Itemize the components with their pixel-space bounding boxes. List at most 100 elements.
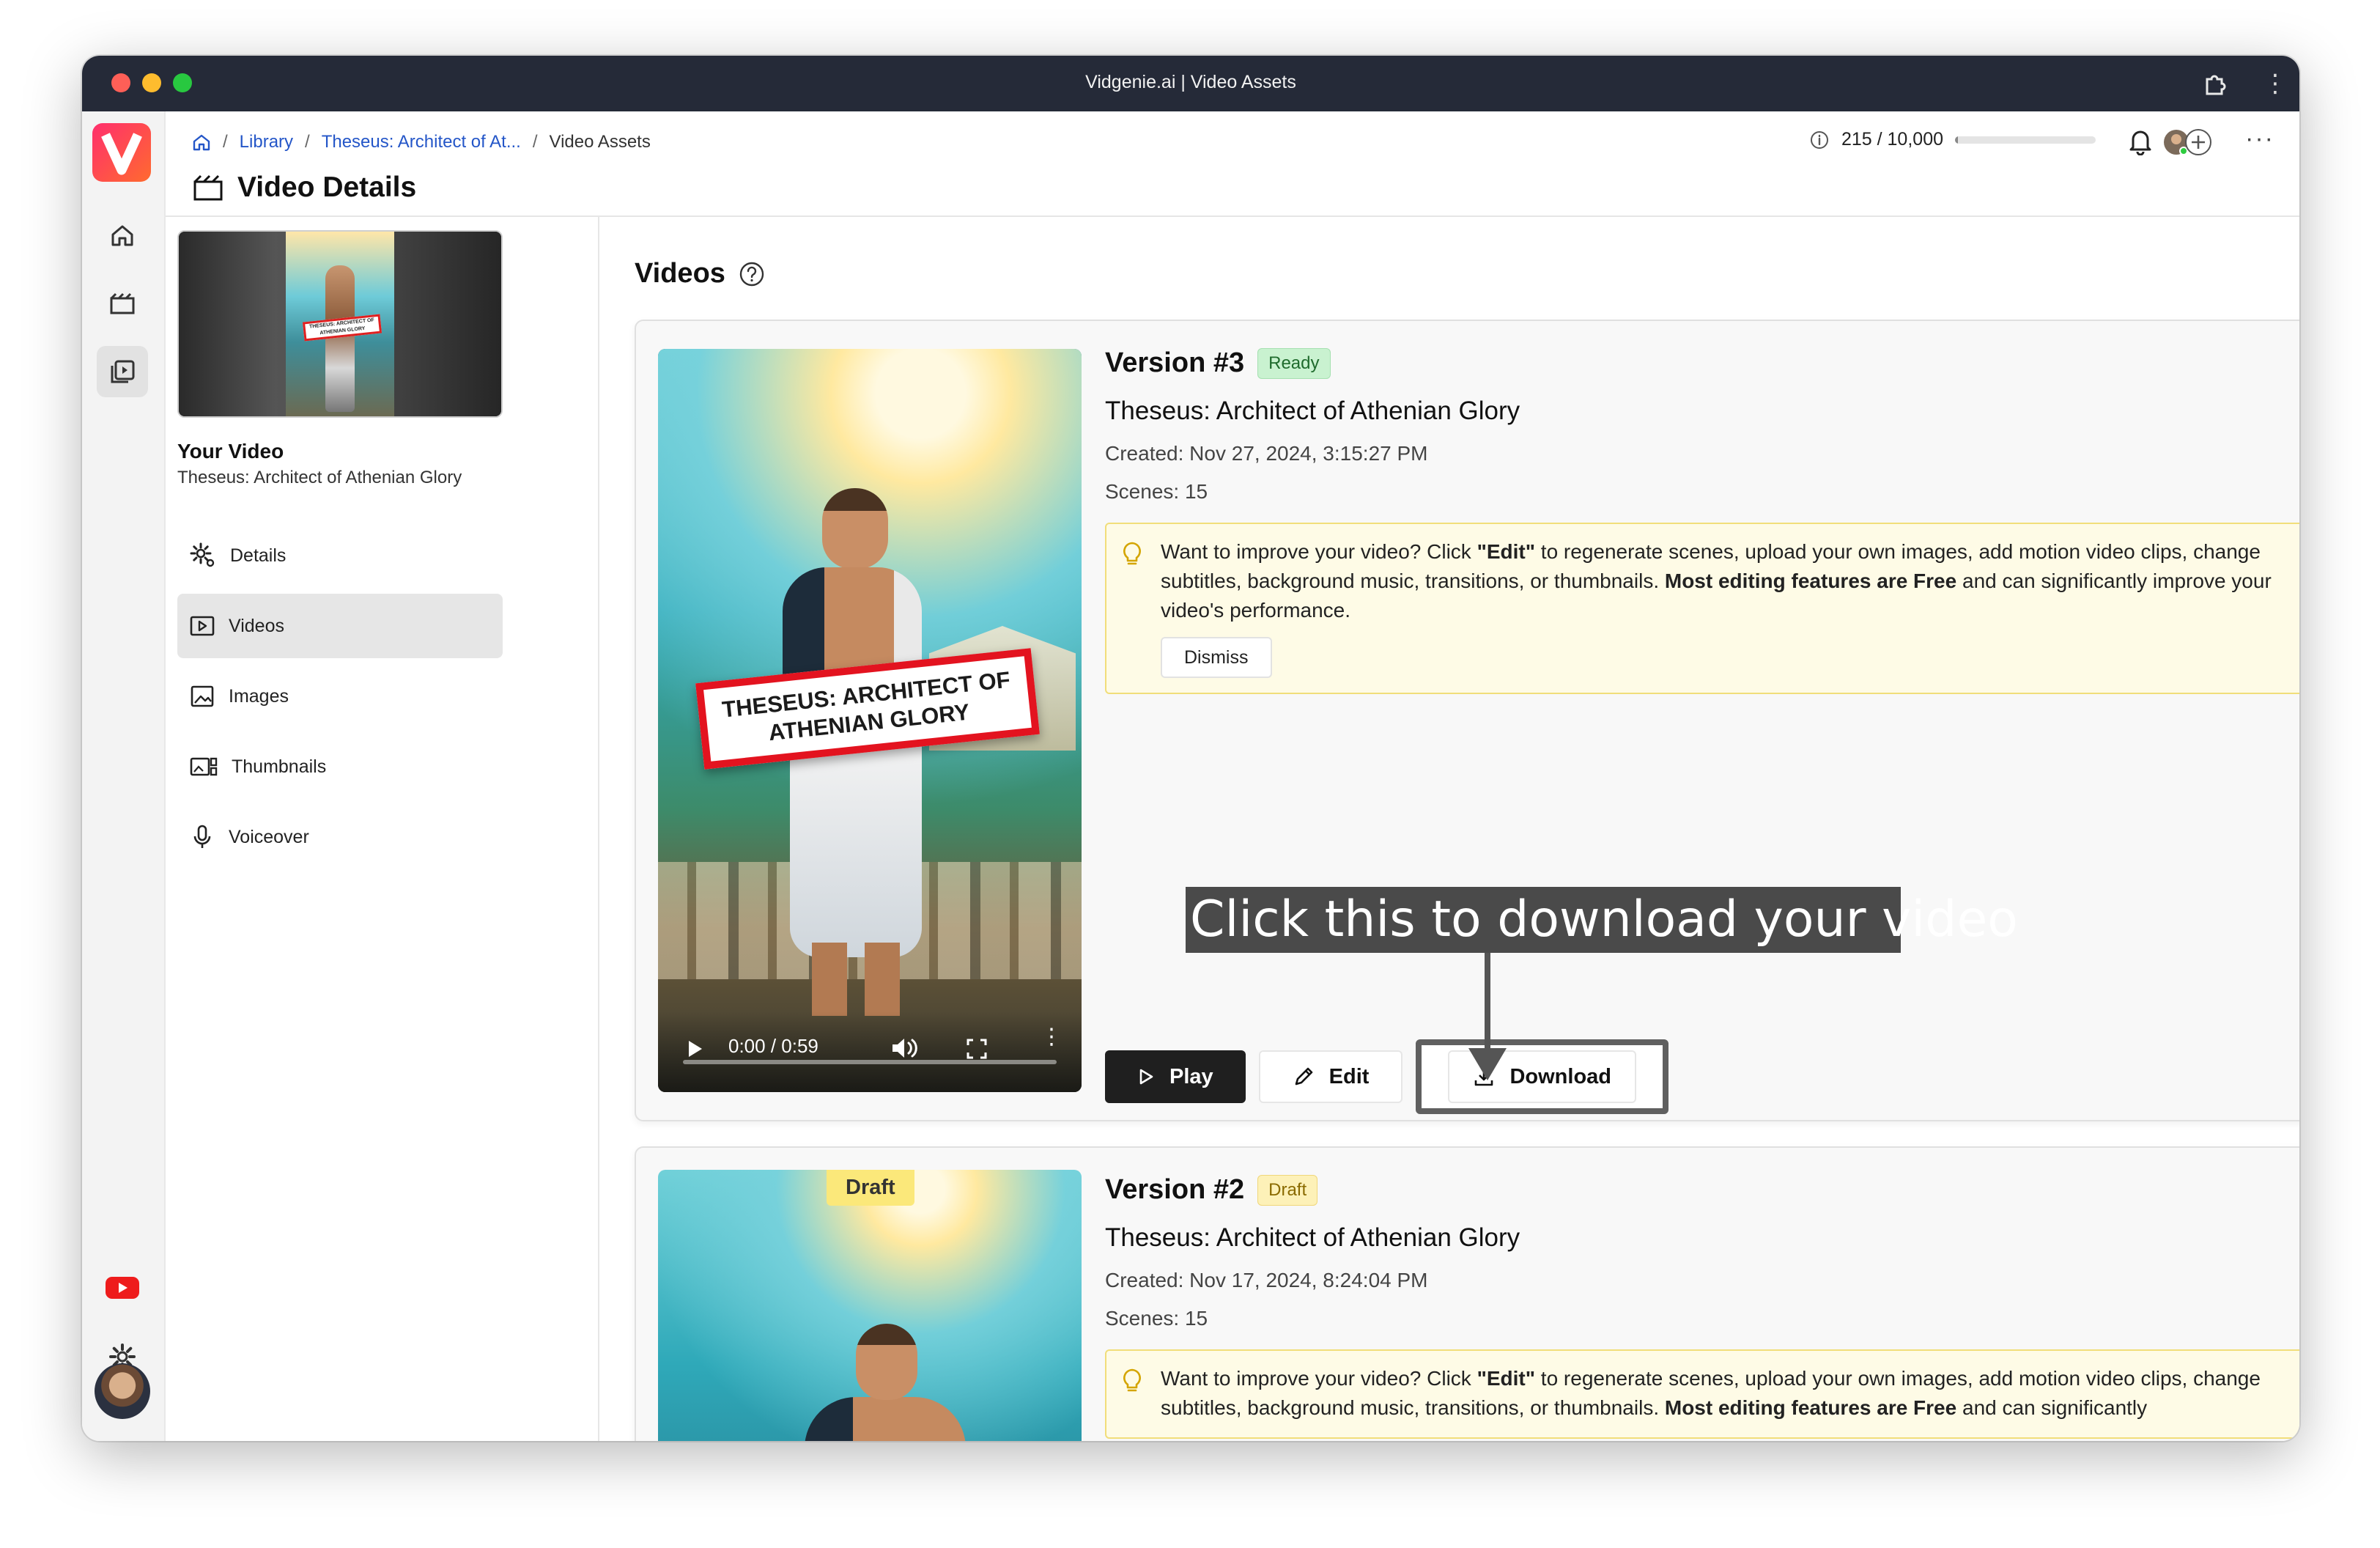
notifications-button[interactable] <box>2128 128 2153 159</box>
credits-progress-bar <box>1955 136 2096 144</box>
app-rail <box>82 111 166 1441</box>
tip-text: and can significantly <box>1956 1396 2148 1419</box>
info-icon <box>1810 130 1828 149</box>
app-window: Vidgenie.ai | Video Assets ⋮ / Library /… <box>82 56 2299 1441</box>
credits-meter[interactable]: 215 / 10,000 <box>1809 129 2096 150</box>
more-options-icon[interactable]: ··· <box>2245 125 2274 153</box>
player-progress-track[interactable] <box>683 1060 1057 1064</box>
fullscreen-icon[interactable] <box>964 1036 989 1061</box>
video-sidebar: THESEUS: ARCHITECT OF ATHENIAN GLORY You… <box>166 217 599 1441</box>
pencil-icon <box>1295 1067 1312 1086</box>
breadcrumb-current: Video Assets <box>549 132 651 152</box>
home-breadcrumb-icon[interactable] <box>192 133 211 152</box>
page-title-text: Video Details <box>237 172 417 203</box>
download-highlight-frame: Download <box>1416 1039 1668 1114</box>
created-date: Created: Nov 27, 2024, 3:15:27 PM <box>1105 442 1428 465</box>
sidebar-item-label: Thumbnails <box>232 756 327 777</box>
tip-bold-text: Most editing features are Free <box>1664 570 1957 592</box>
improve-tip: Want to improve your video? Click "Edit"… <box>1105 523 2299 694</box>
video-name: Theseus: Architect of Athenian Glory <box>1105 397 1520 425</box>
sidebar-item-thumbnails[interactable]: Thumbnails <box>177 734 503 799</box>
user-avatar[interactable] <box>95 1363 150 1419</box>
your-video-name: Theseus: Architect of Athenian Glory <box>177 468 462 487</box>
window-menu-icon[interactable]: ⋮ <box>2263 69 2288 98</box>
breadcrumb-library[interactable]: Library <box>240 132 293 152</box>
tip-text: Want to improve your video? Click <box>1161 1367 1477 1390</box>
video-thumbnail[interactable]: THESEUS: ARCHITECT OF ATHENIAN GLORY <box>177 230 503 418</box>
edit-button-label: Edit <box>1328 1064 1370 1088</box>
player-play-icon[interactable] <box>684 1038 705 1060</box>
sidebar-item-label: Videos <box>229 615 284 636</box>
videos-section-title: Videos <box>635 258 765 290</box>
player-more-icon[interactable]: ⋮ <box>1041 1026 1062 1048</box>
team-members[interactable] <box>2162 126 2216 158</box>
page-title: Video Details <box>192 172 416 204</box>
bell-icon <box>2129 130 2151 156</box>
library-rail-button[interactable] <box>97 279 148 330</box>
breadcrumb: / Library / Theseus: Architect of At... … <box>192 132 651 152</box>
scene-count: Scenes: 15 <box>1105 480 1208 503</box>
clapperboard-icon <box>193 174 223 201</box>
sidebar-item-images[interactable]: Images <box>177 664 503 729</box>
status-badge: Draft <box>1257 1174 1318 1206</box>
microphone-icon <box>193 825 211 848</box>
version-card: THESEUS: ARCHITECT OF ATHENIAN GLORY 0:0… <box>635 320 2299 1121</box>
volume-icon[interactable] <box>890 1035 919 1061</box>
section-title-text: Videos <box>635 258 725 289</box>
edit-button[interactable]: Edit <box>1258 1050 1403 1103</box>
credits-progress-fill <box>1955 136 1959 144</box>
version-title: Version #3 <box>1105 347 1245 378</box>
version-title: Version #2 <box>1105 1174 1245 1205</box>
tip-text: Want to improve your video? Click <box>1161 540 1477 563</box>
status-badge: Ready <box>1257 347 1331 379</box>
created-date: Created: Nov 17, 2024, 8:24:04 PM <box>1105 1269 1428 1291</box>
sidebar-item-label: Voiceover <box>229 826 309 847</box>
breadcrumb-separator: / <box>223 132 228 152</box>
image-icon <box>191 685 214 707</box>
video-player[interactable]: Draft <box>658 1170 1082 1441</box>
vidgenie-logo[interactable] <box>92 123 151 182</box>
play-button-label: Play <box>1169 1064 1213 1088</box>
play-square-icon <box>190 616 215 636</box>
clapperboard-icon <box>110 292 135 314</box>
video-assets-rail-button[interactable] <box>97 346 148 397</box>
title-bar: Vidgenie.ai | Video Assets ⋮ <box>82 56 2299 111</box>
tip-bold-text: Most editing features are Free <box>1664 1396 1957 1419</box>
player-controls: 0:00 / 0:59 ⋮ <box>658 1011 1082 1092</box>
draft-overlay-tag: Draft <box>827 1170 914 1206</box>
lightbulb-icon <box>1123 1368 1141 1392</box>
video-player[interactable]: THESEUS: ARCHITECT OF ATHENIAN GLORY 0:0… <box>658 349 1082 1092</box>
extension-icon[interactable] <box>2203 70 2229 97</box>
window-title: Vidgenie.ai | Video Assets <box>1085 72 1296 92</box>
breadcrumb-separator: / <box>532 132 538 152</box>
youtube-rail-button[interactable] <box>97 1262 148 1313</box>
page-header: / Library / Theseus: Architect of At... … <box>166 111 2299 217</box>
scene-count: Scenes: 15 <box>1105 1307 1208 1330</box>
youtube-icon <box>106 1277 139 1299</box>
version-actions: Play Edit Download <box>1105 1039 1682 1114</box>
home-rail-button[interactable] <box>97 210 148 261</box>
tip-edit-word: "Edit" <box>1477 540 1536 563</box>
improve-tip: Want to improve your video? Click "Edit"… <box>1105 1349 2299 1439</box>
version-card: Draft Version #2 Draft Theseus: Architec… <box>635 1146 2299 1441</box>
download-callout: Click this to download your video <box>1186 887 2018 953</box>
sidebar-item-videos[interactable]: Videos <box>177 594 503 658</box>
callout-arrow-head <box>1468 1048 1507 1080</box>
tip-edit-word: "Edit" <box>1477 1367 1536 1390</box>
sidebar-item-label: Details <box>230 545 287 566</box>
help-icon[interactable] <box>739 261 765 287</box>
dismiss-button[interactable]: Dismiss <box>1161 637 1272 678</box>
lightbulb-icon <box>1123 542 1141 565</box>
sidebar-item-voiceover[interactable]: Voiceover <box>177 805 503 869</box>
version-info: Version #3 Ready Theseus: Architect of A… <box>1105 347 2299 694</box>
home-icon <box>111 225 133 246</box>
player-time: 0:00 / 0:59 <box>728 1035 818 1057</box>
sidebar-item-details[interactable]: Details <box>177 523 503 588</box>
breadcrumb-video[interactable]: Theseus: Architect of At... <box>322 132 521 152</box>
play-button[interactable]: Play <box>1105 1050 1246 1103</box>
sidebar-item-label: Images <box>229 685 289 707</box>
breadcrumb-separator: / <box>305 132 310 152</box>
video-library-icon <box>111 360 135 383</box>
sidebar-nav: Details Videos Images Thumbnails Voiceov… <box>177 523 503 875</box>
main-content: Videos THESEUS: ARCHITECT OF ATHENIAN GL… <box>599 217 2299 1441</box>
